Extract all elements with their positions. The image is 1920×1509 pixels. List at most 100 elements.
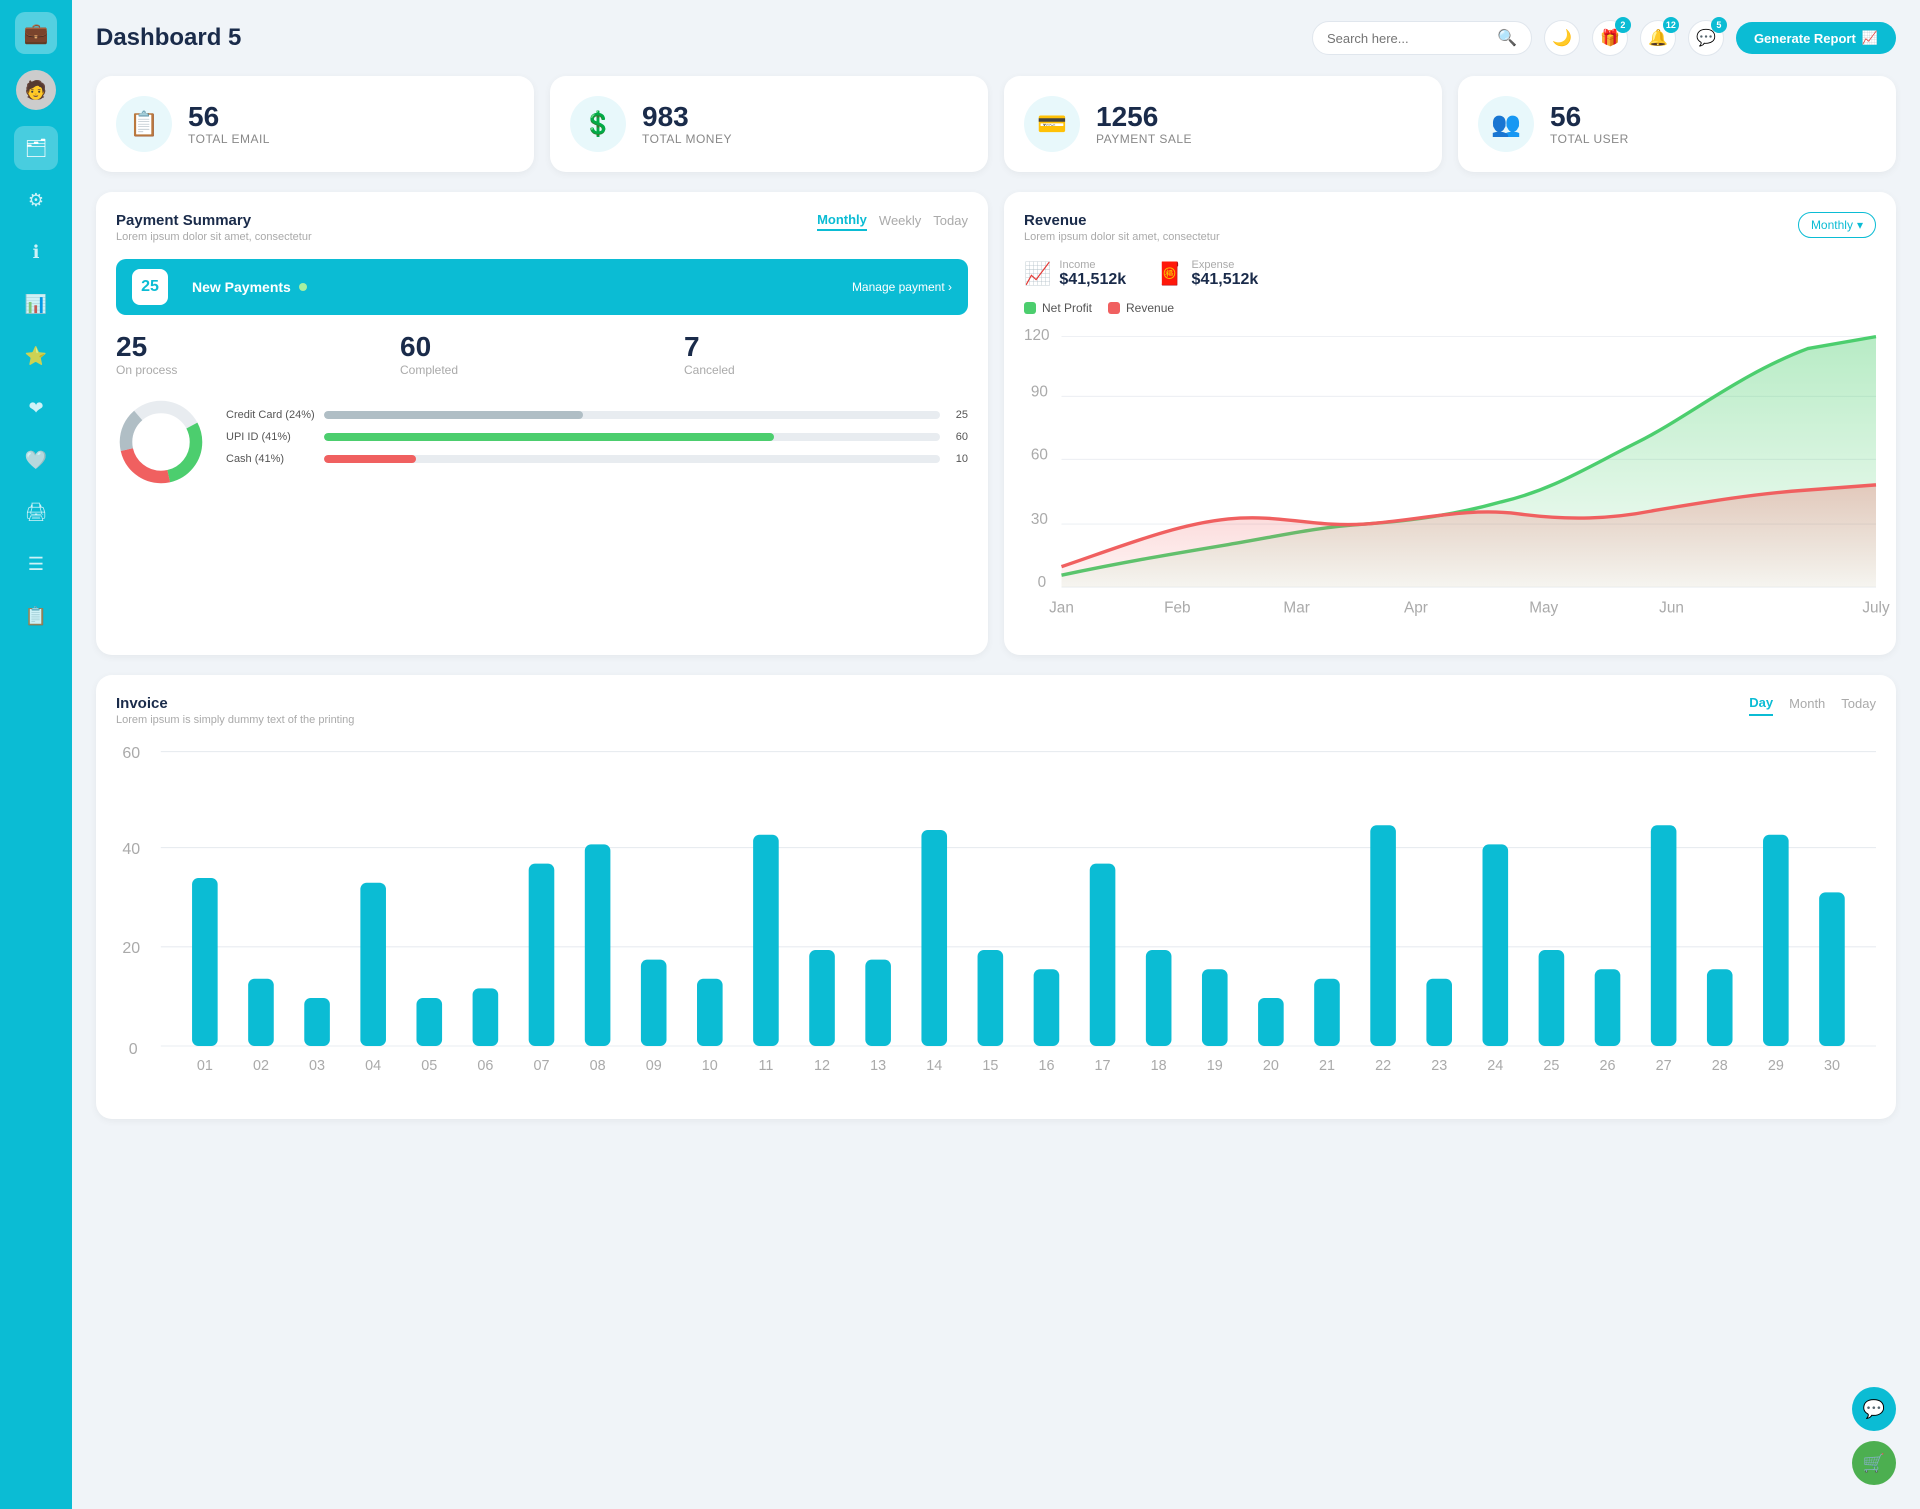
tab-weekly[interactable]: Weekly — [879, 213, 921, 230]
generate-report-button[interactable]: Generate Report 📈 — [1736, 22, 1896, 54]
new-payments-row: 25 New Payments Manage payment › — [116, 259, 968, 315]
sidebar-item-reports[interactable]: 📋 — [14, 594, 58, 638]
stat-value-email: 56 — [188, 102, 270, 133]
invoice-x-label: 11 — [758, 1058, 773, 1074]
bar-label-cash: Cash (41%) — [226, 453, 316, 465]
sidebar-item-favorites[interactable]: ⭐ — [14, 334, 58, 378]
revenue-title-group: Revenue Lorem ipsum dolor sit amet, cons… — [1024, 212, 1220, 243]
svg-text:Jun: Jun — [1659, 600, 1684, 617]
sidebar-item-likes[interactable]: ❤ — [14, 386, 58, 430]
email-icon: 📋 — [116, 96, 172, 152]
stat-card-user: 👥 56 TOTAL USER — [1458, 76, 1896, 172]
sidebar-item-print[interactable]: 🖨 — [14, 490, 58, 534]
bar-label-credit: Credit Card (24%) — [226, 409, 316, 421]
payment-icon: 💳 — [1024, 96, 1080, 152]
invoice-tab-day[interactable]: Day — [1749, 695, 1773, 716]
invoice-x-label: 03 — [309, 1058, 325, 1074]
sidebar-item-dashboard[interactable]: 🗂 — [14, 126, 58, 170]
sidebar-item-menu[interactable]: ☰ — [14, 542, 58, 586]
chat-btn[interactable]: 💬 5 — [1688, 20, 1724, 56]
float-buttons: 💬 🛒 — [1852, 1387, 1896, 1485]
invoice-tab-month[interactable]: Month — [1789, 696, 1825, 715]
invoice-x-label: 14 — [926, 1058, 942, 1074]
payment-summary-title-group: Payment Summary Lorem ipsum dolor sit am… — [116, 212, 312, 243]
page-title: Dashboard 5 — [96, 24, 241, 52]
stat-info-payment: 1256 PAYMENT SALE — [1096, 102, 1192, 147]
invoice-bar — [1595, 969, 1621, 1046]
legend-dot-revenue — [1108, 302, 1120, 314]
header: Dashboard 5 🔍 🌙 🎁 2 🔔 12 💬 5 Generate Re… — [96, 20, 1896, 56]
bar-fill-upi — [324, 433, 774, 441]
support-float-btn[interactable]: 💬 — [1852, 1387, 1896, 1431]
revenue-title: Revenue — [1024, 212, 1220, 229]
stat-label-email: TOTAL EMAIL — [188, 132, 270, 146]
invoice-bar — [1819, 892, 1845, 1046]
svg-text:120: 120 — [1024, 327, 1050, 344]
payment-stats-nums: 25 On process 60 Completed 7 Canceled — [116, 331, 968, 377]
giftbox-btn[interactable]: 🎁 2 — [1592, 20, 1628, 56]
payment-summary-header: Payment Summary Lorem ipsum dolor sit am… — [116, 212, 968, 243]
sidebar-item-info[interactable]: ℹ — [14, 230, 58, 274]
search-input[interactable] — [1327, 31, 1489, 46]
search-box[interactable]: 🔍 — [1312, 21, 1532, 55]
invoice-bar — [360, 883, 386, 1046]
invoice-x-label: 10 — [702, 1058, 718, 1074]
invoice-tab-today[interactable]: Today — [1841, 696, 1876, 715]
invoice-x-label: 20 — [1263, 1058, 1279, 1074]
sidebar-item-wishlist[interactable]: 🤍 — [14, 438, 58, 482]
tab-monthly[interactable]: Monthly — [817, 212, 867, 231]
invoice-x-label: 01 — [197, 1058, 213, 1074]
revenue-subtitle: Lorem ipsum dolor sit amet, consectetur — [1024, 231, 1220, 243]
bell-btn[interactable]: 🔔 12 — [1640, 20, 1676, 56]
invoice-bar — [1090, 863, 1116, 1045]
new-payments-label: New Payments — [192, 279, 307, 295]
theme-toggle-btn[interactable]: 🌙 — [1544, 20, 1580, 56]
invoice-bar — [473, 988, 499, 1046]
bar-row-upi: UPI ID (41%) 60 — [226, 431, 968, 443]
bar-track-upi — [324, 433, 940, 441]
stat-canceled: 7 Canceled — [684, 331, 968, 377]
invoice-bar — [1258, 998, 1284, 1046]
income-value: $41,512k — [1059, 271, 1126, 289]
bar-value-upi: 60 — [948, 431, 968, 443]
invoice-bar — [585, 844, 611, 1046]
invoice-bar — [809, 950, 835, 1046]
bar-value-credit: 25 — [948, 409, 968, 421]
revenue-stats: 📈 Income $41,512k 🧧 Expense $41,512k — [1024, 259, 1876, 289]
payment-summary-title: Payment Summary — [116, 212, 312, 229]
svg-text:0: 0 — [1038, 574, 1047, 591]
invoice-x-label: 16 — [1038, 1058, 1054, 1074]
invoice-x-label: 18 — [1151, 1058, 1167, 1074]
invoice-bar — [1202, 969, 1228, 1046]
invoice-bar — [1707, 969, 1733, 1046]
revenue-header: Revenue Lorem ipsum dolor sit amet, cons… — [1024, 212, 1876, 243]
cart-float-btn[interactable]: 🛒 — [1852, 1441, 1896, 1485]
sidebar-item-settings[interactable]: ⚙ — [14, 178, 58, 222]
invoice-bar — [865, 959, 891, 1045]
legend-net-profit: Net Profit — [1024, 301, 1092, 315]
chat-badge: 5 — [1711, 17, 1727, 33]
invoice-bar — [697, 979, 723, 1046]
revenue-legend: Net Profit Revenue — [1024, 301, 1876, 315]
stat-label-user: TOTAL USER — [1550, 132, 1629, 146]
new-payments-badge: 25 — [132, 269, 168, 305]
stat-label-payment: PAYMENT SALE — [1096, 132, 1192, 146]
invoice-x-label: 21 — [1319, 1058, 1335, 1074]
header-right: 🔍 🌙 🎁 2 🔔 12 💬 5 Generate Report 📈 — [1312, 20, 1896, 56]
svg-text:0: 0 — [129, 1041, 138, 1058]
stat-value-user: 56 — [1550, 102, 1629, 133]
invoice-bar — [1763, 835, 1789, 1046]
invoice-x-label: 27 — [1656, 1058, 1672, 1074]
tab-today[interactable]: Today — [933, 213, 968, 230]
invoice-tabs: Day Month Today — [1749, 695, 1876, 716]
invoice-bar — [304, 998, 330, 1046]
revenue-dropdown[interactable]: Monthly ▾ — [1798, 212, 1876, 238]
invoice-x-label: 26 — [1600, 1058, 1616, 1074]
manage-payment-link[interactable]: Manage payment › — [852, 280, 952, 294]
giftbox-badge: 2 — [1615, 17, 1631, 33]
sidebar-item-analytics[interactable]: 📊 — [14, 282, 58, 326]
on-process-value: 25 — [116, 331, 400, 363]
user-icon: 👥 — [1478, 96, 1534, 152]
invoice-x-label: 04 — [365, 1058, 381, 1074]
search-icon: 🔍 — [1497, 28, 1517, 48]
